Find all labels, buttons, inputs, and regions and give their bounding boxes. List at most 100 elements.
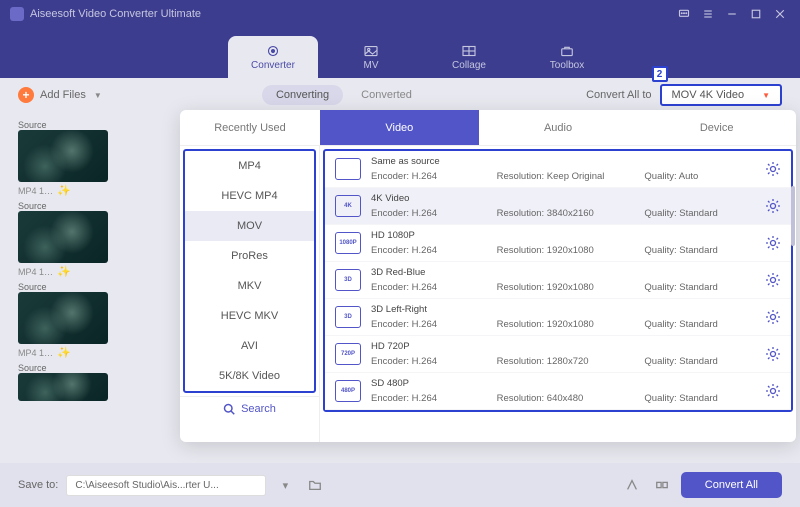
- app-title: Aiseesoft Video Converter Ultimate: [30, 8, 201, 20]
- tab-toolbox[interactable]: Toolbox: [522, 36, 612, 78]
- titlebar: Aiseesoft Video Converter Ultimate: [0, 0, 800, 28]
- preset-badge-icon: 480P: [335, 380, 361, 402]
- preset-name: HD 1080P: [371, 230, 755, 241]
- file-item[interactable]: Source MP4 1…✨: [18, 201, 183, 278]
- format-dropdown[interactable]: MOV 4K Video ▼ 2: [660, 84, 782, 106]
- preset-resolution: Resolution: 1920x1080: [497, 319, 641, 330]
- preset-quality: Quality: Standard: [644, 319, 755, 330]
- preset-row[interactable]: Same as source Encoder: H.264 Resolution…: [325, 151, 791, 188]
- tab-mv[interactable]: MV: [326, 36, 416, 78]
- preset-resolution: Resolution: 1920x1080: [497, 245, 641, 256]
- file-source: Source: [18, 201, 47, 211]
- preset-row[interactable]: 1080P HD 1080P Encoder: H.264 Resolution…: [325, 225, 791, 262]
- format-hevc-mp4[interactable]: HEVC MP4: [185, 181, 314, 211]
- effect-icon[interactable]: ✨: [57, 184, 71, 197]
- plus-icon: +: [18, 87, 34, 103]
- scrollbar[interactable]: [791, 186, 795, 246]
- preset-name: 3D Left-Right: [371, 304, 755, 315]
- format-mkv[interactable]: MKV: [185, 271, 314, 301]
- footer: Save to: C:\Aiseesoft Studio\Ais...rter …: [0, 463, 800, 507]
- tab-label: Collage: [452, 60, 486, 71]
- video-thumbnail[interactable]: [18, 130, 108, 182]
- preset-name: Same as source: [371, 156, 755, 167]
- chevron-down-icon[interactable]: ▾: [274, 474, 296, 496]
- feedback-icon[interactable]: [674, 4, 694, 24]
- preset-encoder: Encoder: H.264: [371, 319, 493, 330]
- converting-tab[interactable]: Converting: [262, 85, 343, 105]
- effect-icon[interactable]: ✨: [57, 265, 71, 278]
- format-mov[interactable]: MOV: [185, 211, 314, 241]
- format-hevc-mkv[interactable]: HEVC MKV: [185, 301, 314, 331]
- app-logo: [10, 7, 24, 21]
- video-thumbnail[interactable]: [18, 211, 108, 263]
- format-popup: Recently Used Video Audio Device 3 MP4 H…: [180, 110, 796, 442]
- file-item[interactable]: Source MP4 1…✨: [18, 282, 183, 359]
- format-avi[interactable]: AVI: [185, 331, 314, 361]
- preset-badge-icon: 1080P: [335, 232, 361, 254]
- tab-label: Converter: [251, 60, 295, 71]
- folder-icon[interactable]: [304, 474, 326, 496]
- tab-audio[interactable]: Audio: [479, 110, 638, 145]
- close-icon[interactable]: [770, 4, 790, 24]
- preset-quality: Quality: Auto: [644, 171, 755, 182]
- converted-tab[interactable]: Converted: [347, 85, 426, 105]
- popup-tabs: Recently Used Video Audio Device: [180, 110, 796, 146]
- gear-icon[interactable]: [765, 161, 781, 177]
- convert-all-label: Convert All to: [586, 89, 651, 101]
- preset-encoder: Encoder: H.264: [371, 356, 493, 367]
- file-format: MP4 1…: [18, 186, 53, 196]
- file-source: Source: [18, 120, 47, 130]
- preset-encoder: Encoder: H.264: [371, 282, 493, 293]
- video-thumbnail[interactable]: [18, 373, 108, 401]
- preset-encoder: Encoder: H.264: [371, 245, 493, 256]
- gear-icon[interactable]: [765, 383, 781, 399]
- format-search[interactable]: Search: [180, 396, 319, 421]
- callout-2: 2: [652, 66, 668, 82]
- search-label: Search: [241, 403, 276, 415]
- tab-recent[interactable]: Recently Used: [180, 110, 320, 145]
- file-item[interactable]: Source: [18, 363, 183, 401]
- preset-row[interactable]: 3D 3D Left-Right Encoder: H.264 Resoluti…: [325, 299, 791, 336]
- maximize-icon[interactable]: [746, 4, 766, 24]
- preset-resolution: Resolution: 640x480: [497, 393, 641, 404]
- format-prores[interactable]: ProRes: [185, 241, 314, 271]
- add-files-label: Add Files: [40, 89, 86, 101]
- tab-collage[interactable]: Collage: [424, 36, 514, 78]
- preset-row[interactable]: 4K 4K Video Encoder: H.264 Resolution: 3…: [325, 188, 791, 225]
- add-files-button[interactable]: + Add Files ▼: [18, 87, 102, 103]
- tab-label: Toolbox: [550, 60, 584, 71]
- preset-row[interactable]: 3D 3D Red-Blue Encoder: H.264 Resolution…: [325, 262, 791, 299]
- speed-icon[interactable]: [621, 474, 643, 496]
- gear-icon[interactable]: [765, 198, 781, 214]
- effect-icon[interactable]: ✨: [57, 346, 71, 359]
- format-mp4[interactable]: MP4: [185, 151, 314, 181]
- tab-video[interactable]: Video: [320, 110, 479, 145]
- preset-name: SD 480P: [371, 378, 755, 389]
- tab-device[interactable]: Device: [637, 110, 796, 145]
- preset-row[interactable]: 720P HD 720P Encoder: H.264 Resolution: …: [325, 336, 791, 373]
- state-segment: Converting Converted: [262, 85, 426, 105]
- preset-badge-icon: [335, 158, 361, 180]
- tab-converter[interactable]: Converter: [228, 36, 318, 78]
- menu-icon[interactable]: [698, 4, 718, 24]
- preset-encoder: Encoder: H.264: [371, 171, 493, 182]
- gear-icon[interactable]: [765, 309, 781, 325]
- preset-quality: Quality: Standard: [644, 356, 755, 367]
- format-5k8k[interactable]: 5K/8K Video: [185, 361, 314, 391]
- save-path[interactable]: C:\Aiseesoft Studio\Ais...rter U...: [66, 475, 266, 496]
- gear-icon[interactable]: [765, 346, 781, 362]
- gear-icon[interactable]: [765, 272, 781, 288]
- convert-all-button[interactable]: Convert All: [681, 472, 782, 498]
- chevron-down-icon: ▼: [762, 91, 770, 100]
- file-format: MP4 1…: [18, 348, 53, 358]
- minimize-icon[interactable]: [722, 4, 742, 24]
- save-to-label: Save to:: [18, 479, 58, 491]
- preset-column: 4 Same as source Encoder: H.264 Resoluti…: [320, 146, 796, 442]
- video-thumbnail[interactable]: [18, 292, 108, 344]
- gear-icon[interactable]: [765, 235, 781, 251]
- file-item[interactable]: Source MP4 1… ✨: [18, 120, 183, 197]
- merge-icon[interactable]: [651, 474, 673, 496]
- preset-row[interactable]: 480P SD 480P Encoder: H.264 Resolution: …: [325, 373, 791, 410]
- preset-encoder: Encoder: H.264: [371, 208, 493, 219]
- format-column: 3 MP4 HEVC MP4 MOV ProRes MKV HEVC MKV A…: [180, 146, 320, 442]
